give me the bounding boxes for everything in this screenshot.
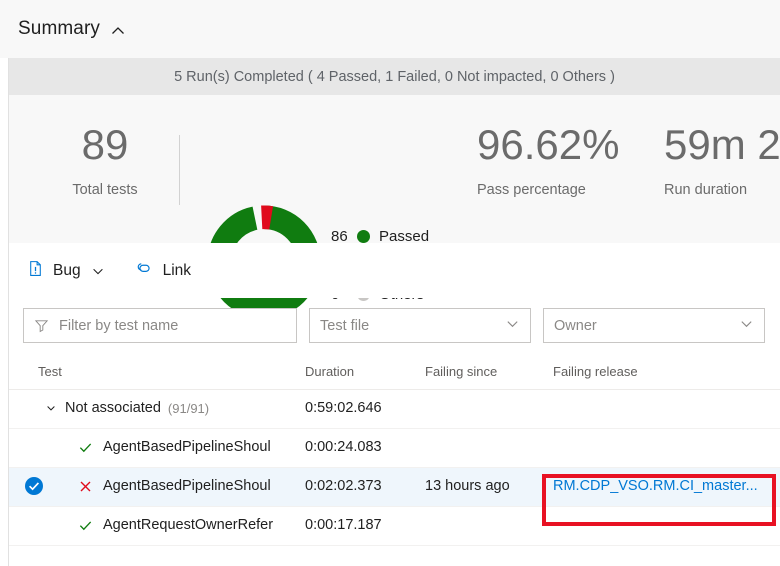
group-count: (91/91): [167, 400, 210, 416]
link-button-label: Link: [162, 261, 192, 279]
column-header-test: Test: [38, 364, 62, 379]
pass-percentage-stat: 96.62% Pass percentage: [477, 121, 619, 198]
group-row-label[interactable]: Not associated (91/91): [43, 400, 209, 416]
column-header-failing-since: Failing since: [425, 364, 498, 379]
summary-stats-band: 89 Total tests 86 Passed 3 Failed: [9, 95, 780, 319]
runs-completed-band: 5 Run(s) Completed ( 4 Passed, 1 Failed,…: [9, 58, 780, 95]
group-duration: 0:59:02.646: [305, 400, 382, 416]
pass-percentage-value: 96.62%: [477, 121, 620, 168]
results-toolbar: Bug Link: [9, 243, 780, 298]
owner-dropdown-value: Owner: [554, 317, 597, 334]
page-title: Summary: [18, 18, 100, 39]
run-duration-value: 59m 20: [664, 121, 780, 168]
test-name: AgentRequestOwnerRefer: [103, 517, 274, 533]
summary-header[interactable]: Summary: [0, 0, 780, 58]
bug-button-label: Bug: [53, 261, 81, 279]
test-results-summary-page: Summary 5 Run(s) Completed ( 4 Passed, 1…: [0, 0, 780, 566]
bug-button[interactable]: Bug: [23, 255, 109, 287]
run-duration-label: Run duration: [664, 182, 748, 198]
total-tests-label: Total tests: [72, 182, 138, 198]
test-duration: 0:02:02.373: [305, 478, 382, 494]
cross-icon: [77, 478, 93, 494]
test-duration: 0:00:24.083: [305, 439, 382, 455]
table-row[interactable]: AgentBasedPipelineShoul 0:00:24.083: [9, 429, 780, 468]
chevron-down-icon[interactable]: [505, 316, 520, 335]
total-tests-value: 89: [81, 121, 129, 168]
test-results-table: Test Duration Failing since Failing rele…: [9, 353, 780, 566]
table-row-selected[interactable]: AgentBasedPipelineShoul 0:02:02.373 13 h…: [9, 468, 780, 507]
search-input[interactable]: Filter by test name: [23, 308, 297, 343]
runs-completed-text: 5 Run(s) Completed ( 4 Passed, 1 Failed,…: [174, 68, 615, 85]
chevron-down-icon[interactable]: [739, 316, 754, 335]
run-duration-stat: 59m 20 Run duration: [664, 121, 780, 198]
checked-circle-icon[interactable]: [25, 477, 43, 495]
pass-percentage-label: Pass percentage: [477, 182, 586, 198]
test-name: AgentBasedPipelineShoul: [103, 478, 271, 494]
test-file-dropdown-value: Test file: [320, 317, 370, 334]
stats-divider: [179, 135, 180, 205]
test-name: AgentBasedPipelineShoul: [103, 439, 271, 455]
table-header-row: Test Duration Failing since Failing rele…: [9, 353, 780, 390]
test-row-label[interactable]: AgentBasedPipelineShoul: [77, 478, 271, 494]
failing-release-link-text[interactable]: RM.CDP_VSO.RM.CI_master...: [553, 478, 758, 494]
column-header-failing-release: Failing release: [553, 364, 638, 379]
failing-release-link[interactable]: RM.CDP_VSO.RM.CI_master...: [553, 478, 758, 494]
chevron-up-icon[interactable]: [110, 23, 126, 39]
test-file-dropdown[interactable]: Test file: [309, 308, 531, 343]
link-icon: [135, 260, 154, 282]
test-row-label[interactable]: AgentRequestOwnerRefer: [77, 517, 273, 533]
column-header-duration: Duration: [305, 364, 355, 379]
failing-since: 13 hours ago: [425, 478, 510, 494]
chevron-down-icon[interactable]: [43, 400, 59, 416]
checkmark-icon: [77, 439, 93, 455]
chevron-down-icon[interactable]: [91, 264, 105, 278]
link-button[interactable]: Link: [131, 255, 195, 287]
table-row-group[interactable]: Not associated (91/91) 0:59:02.646: [9, 390, 780, 429]
search-input-placeholder: Filter by test name: [59, 317, 179, 334]
bug-document-icon: [27, 260, 44, 282]
legend-dot-passed: [357, 230, 370, 243]
test-row-label[interactable]: AgentBasedPipelineShoul: [77, 439, 271, 455]
table-row[interactable]: AgentRequestOwnerRefer 0:00:17.187: [9, 507, 780, 546]
filter-bar: Filter by test name Test file Owner: [9, 298, 780, 353]
checkmark-icon: [77, 517, 93, 533]
filter-icon: [34, 318, 49, 333]
group-name: Not associated: [65, 400, 161, 416]
total-tests-stat: 89 Total tests: [45, 121, 165, 198]
test-duration: 0:00:17.187: [305, 517, 382, 533]
owner-dropdown[interactable]: Owner: [543, 308, 765, 343]
